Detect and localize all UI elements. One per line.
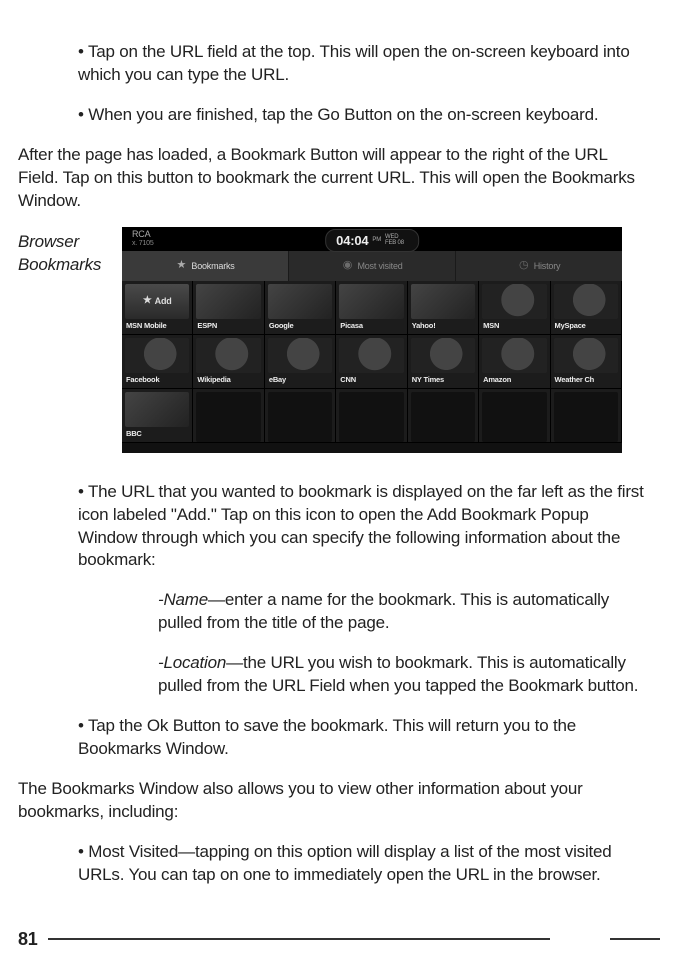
bookmark-empty bbox=[336, 389, 407, 443]
bookmark-item[interactable]: Google bbox=[265, 281, 336, 335]
bookmark-empty bbox=[479, 389, 550, 443]
bookmark-item[interactable]: Facebook bbox=[122, 335, 193, 389]
bookmark-item[interactable]: NY Times bbox=[408, 335, 479, 389]
bookmark-item[interactable]: ESPN bbox=[193, 281, 264, 335]
bookmark-grid: Add MSN Mobile ESPN Google Picasa Yahoo!… bbox=[122, 281, 622, 453]
bookmark-label: Google bbox=[265, 319, 335, 334]
clock-ampm: PM bbox=[372, 236, 381, 244]
model-label: x. 7105 bbox=[132, 240, 154, 247]
bookmark-label: ESPN bbox=[193, 319, 263, 334]
bookmark-item[interactable]: BBC bbox=[122, 389, 193, 443]
bookmark-empty bbox=[551, 389, 622, 443]
brand-label: RCA bbox=[132, 230, 154, 239]
tab-bookmarks[interactable]: ★ Bookmarks bbox=[122, 251, 289, 281]
tab-history[interactable]: ◷ History bbox=[456, 251, 622, 281]
clock-icon: ◷ bbox=[518, 260, 530, 272]
bookmark-item[interactable]: Amazon bbox=[479, 335, 550, 389]
para-bookmarks-window: The Bookmarks Window also allows you to … bbox=[18, 778, 650, 824]
bookmark-tabs: ★ Bookmarks ◉ Most visited ◷ History bbox=[122, 251, 622, 281]
field-name-rest: —enter a name for the bookmark. This is … bbox=[158, 590, 609, 632]
bookmark-empty bbox=[408, 389, 479, 443]
figure-row: Browser Bookmarks RCA x. 7105 04:04 PM W… bbox=[18, 227, 660, 453]
browser-bookmarks-screenshot: RCA x. 7105 04:04 PM WED FEB 08 ★ Bookma… bbox=[122, 227, 622, 453]
add-label: Add bbox=[155, 295, 172, 307]
bookmark-label: Facebook bbox=[122, 373, 192, 388]
field-location: -Location—the URL you wish to bookmark. … bbox=[158, 652, 654, 698]
bookmark-label: CNN bbox=[336, 373, 406, 388]
bookmark-label: Yahoo! bbox=[408, 319, 478, 334]
tab-history-label: History bbox=[534, 260, 561, 272]
bookmark-label: BBC bbox=[122, 427, 192, 442]
page-number: 81 bbox=[18, 927, 38, 951]
bookmark-item[interactable]: MySpace bbox=[551, 281, 622, 335]
tab-bookmarks-label: Bookmarks bbox=[191, 260, 234, 272]
clock-date: FEB 08 bbox=[385, 240, 404, 246]
bookmark-label: Wikipedia bbox=[193, 373, 263, 388]
bookmark-item[interactable]: Weather Ch bbox=[551, 335, 622, 389]
bookmark-label: MSN Mobile bbox=[122, 319, 192, 334]
bookmark-label: Weather Ch bbox=[551, 373, 621, 388]
bookmark-label: eBay bbox=[265, 373, 335, 388]
bookmark-label: MySpace bbox=[551, 319, 621, 334]
eye-icon: ◉ bbox=[341, 260, 353, 272]
bookmark-empty bbox=[193, 389, 264, 443]
bookmark-label: NY Times bbox=[408, 373, 478, 388]
bullet-url-field: • Tap on the URL field at the top. This … bbox=[78, 41, 650, 87]
bookmark-item[interactable]: eBay bbox=[265, 335, 336, 389]
bookmark-add[interactable]: Add MSN Mobile bbox=[122, 281, 193, 335]
bookmark-star-icon: ★ bbox=[175, 260, 187, 272]
tab-most-visited-label: Most visited bbox=[357, 260, 402, 272]
field-location-lead: -Location bbox=[158, 653, 226, 672]
status-bar: RCA x. 7105 04:04 PM WED FEB 08 bbox=[122, 227, 622, 251]
para-bookmark-button: After the page has loaded, a Bookmark Bu… bbox=[18, 144, 650, 213]
bookmark-item[interactable]: Picasa bbox=[336, 281, 407, 335]
bookmark-item[interactable]: CNN bbox=[336, 335, 407, 389]
bookmark-label: Picasa bbox=[336, 319, 406, 334]
bullet-ok-button: • Tap the Ok Button to save the bookmark… bbox=[78, 715, 650, 761]
bullet-add-icon: • The URL that you wanted to bookmark is… bbox=[78, 481, 650, 573]
bullet-most-visited: • Most Visited—tapping on this option wi… bbox=[78, 841, 650, 887]
bookmark-item[interactable]: Wikipedia bbox=[193, 335, 264, 389]
clock-pill: 04:04 PM WED FEB 08 bbox=[325, 229, 419, 253]
figure-caption: Browser Bookmarks bbox=[18, 231, 122, 277]
bookmark-empty bbox=[265, 389, 336, 443]
field-name-lead: -Name bbox=[158, 590, 208, 609]
bookmark-item[interactable]: Yahoo! bbox=[408, 281, 479, 335]
tab-most-visited[interactable]: ◉ Most visited bbox=[289, 251, 456, 281]
bookmark-label: MSN bbox=[479, 319, 549, 334]
bookmark-item[interactable]: MSN bbox=[479, 281, 550, 335]
bullet-go-button: • When you are finished, tap the Go Butt… bbox=[78, 104, 650, 127]
field-location-rest: —the URL you wish to bookmark. This is a… bbox=[158, 653, 638, 695]
page-footer: 81 bbox=[18, 927, 660, 951]
clock-time: 04:04 bbox=[336, 232, 368, 250]
bookmark-label: Amazon bbox=[479, 373, 549, 388]
field-name: -Name—enter a name for the bookmark. Thi… bbox=[158, 589, 654, 635]
